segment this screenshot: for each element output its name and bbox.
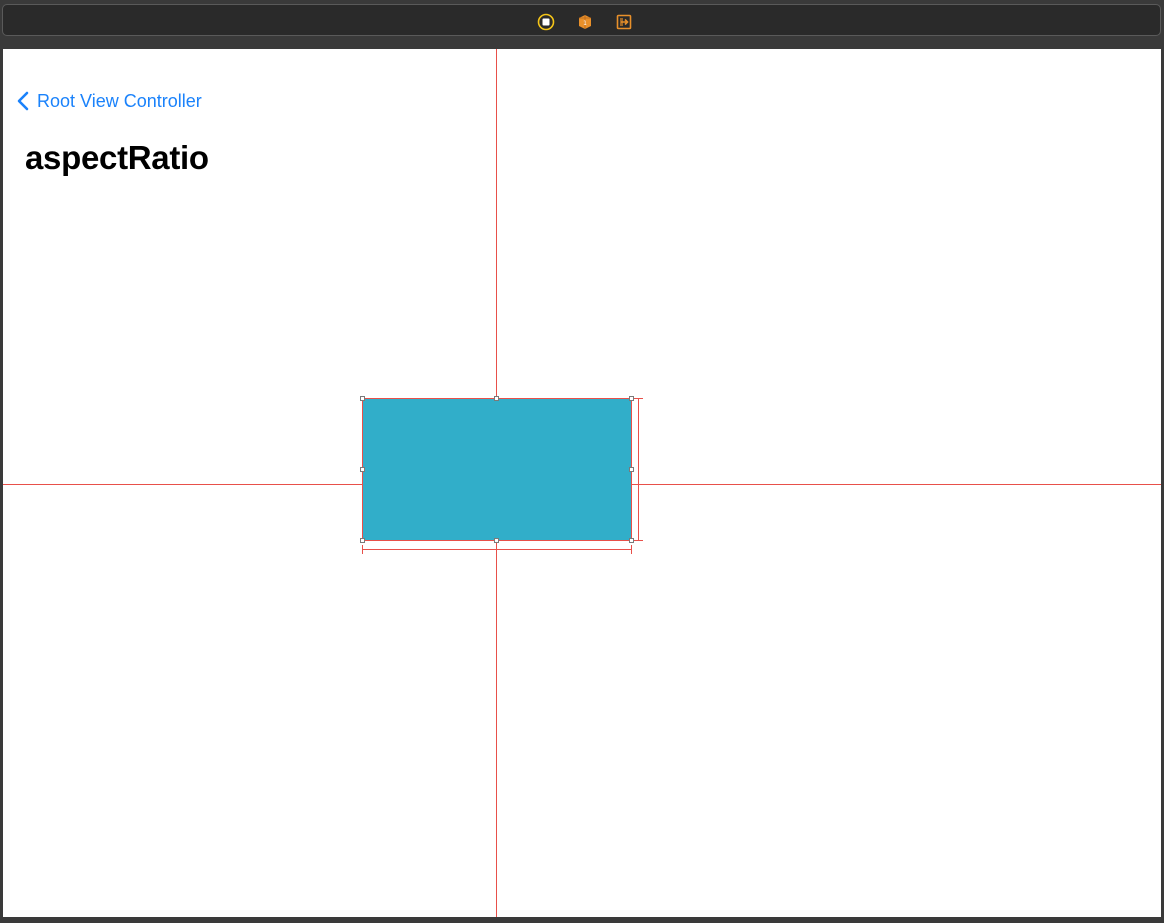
height-constraint-cap-bottom bbox=[634, 540, 643, 541]
view-controller-icon[interactable] bbox=[537, 13, 555, 31]
canvas-bottom-edge bbox=[0, 917, 1164, 923]
svg-text:1: 1 bbox=[583, 20, 587, 27]
scene-dock: 1 bbox=[2, 4, 1161, 36]
resize-handle-top-center[interactable] bbox=[494, 396, 499, 401]
back-button[interactable]: Root View Controller bbox=[17, 89, 202, 113]
back-button-label: Root View Controller bbox=[37, 90, 202, 111]
chevron-left-icon bbox=[17, 91, 29, 111]
navigation-title: aspectRatio bbox=[25, 139, 209, 176]
resize-handle-middle-right[interactable] bbox=[629, 467, 634, 472]
width-constraint-cap-right bbox=[631, 545, 632, 554]
height-constraint-line[interactable] bbox=[638, 398, 639, 541]
storyboard-canvas: 1 Root View Controller aspectRatio bbox=[0, 0, 1164, 923]
width-constraint-line[interactable] bbox=[362, 549, 632, 550]
resize-handle-bottom-left[interactable] bbox=[360, 538, 365, 543]
resize-handle-middle-left[interactable] bbox=[360, 467, 365, 472]
width-constraint-cap-left bbox=[362, 545, 363, 554]
exit-icon[interactable] bbox=[615, 13, 633, 31]
height-constraint-cap-top bbox=[634, 398, 643, 399]
resize-handle-top-left[interactable] bbox=[360, 396, 365, 401]
view-controller-scene[interactable]: Root View Controller aspectRatio bbox=[3, 49, 1161, 917]
canvas-background bbox=[0, 37, 1164, 49]
scene-dock-icons: 1 bbox=[537, 13, 633, 31]
resize-handle-bottom-center[interactable] bbox=[494, 538, 499, 543]
aspect-ratio-view[interactable] bbox=[362, 398, 632, 541]
first-responder-icon[interactable]: 1 bbox=[576, 13, 594, 31]
